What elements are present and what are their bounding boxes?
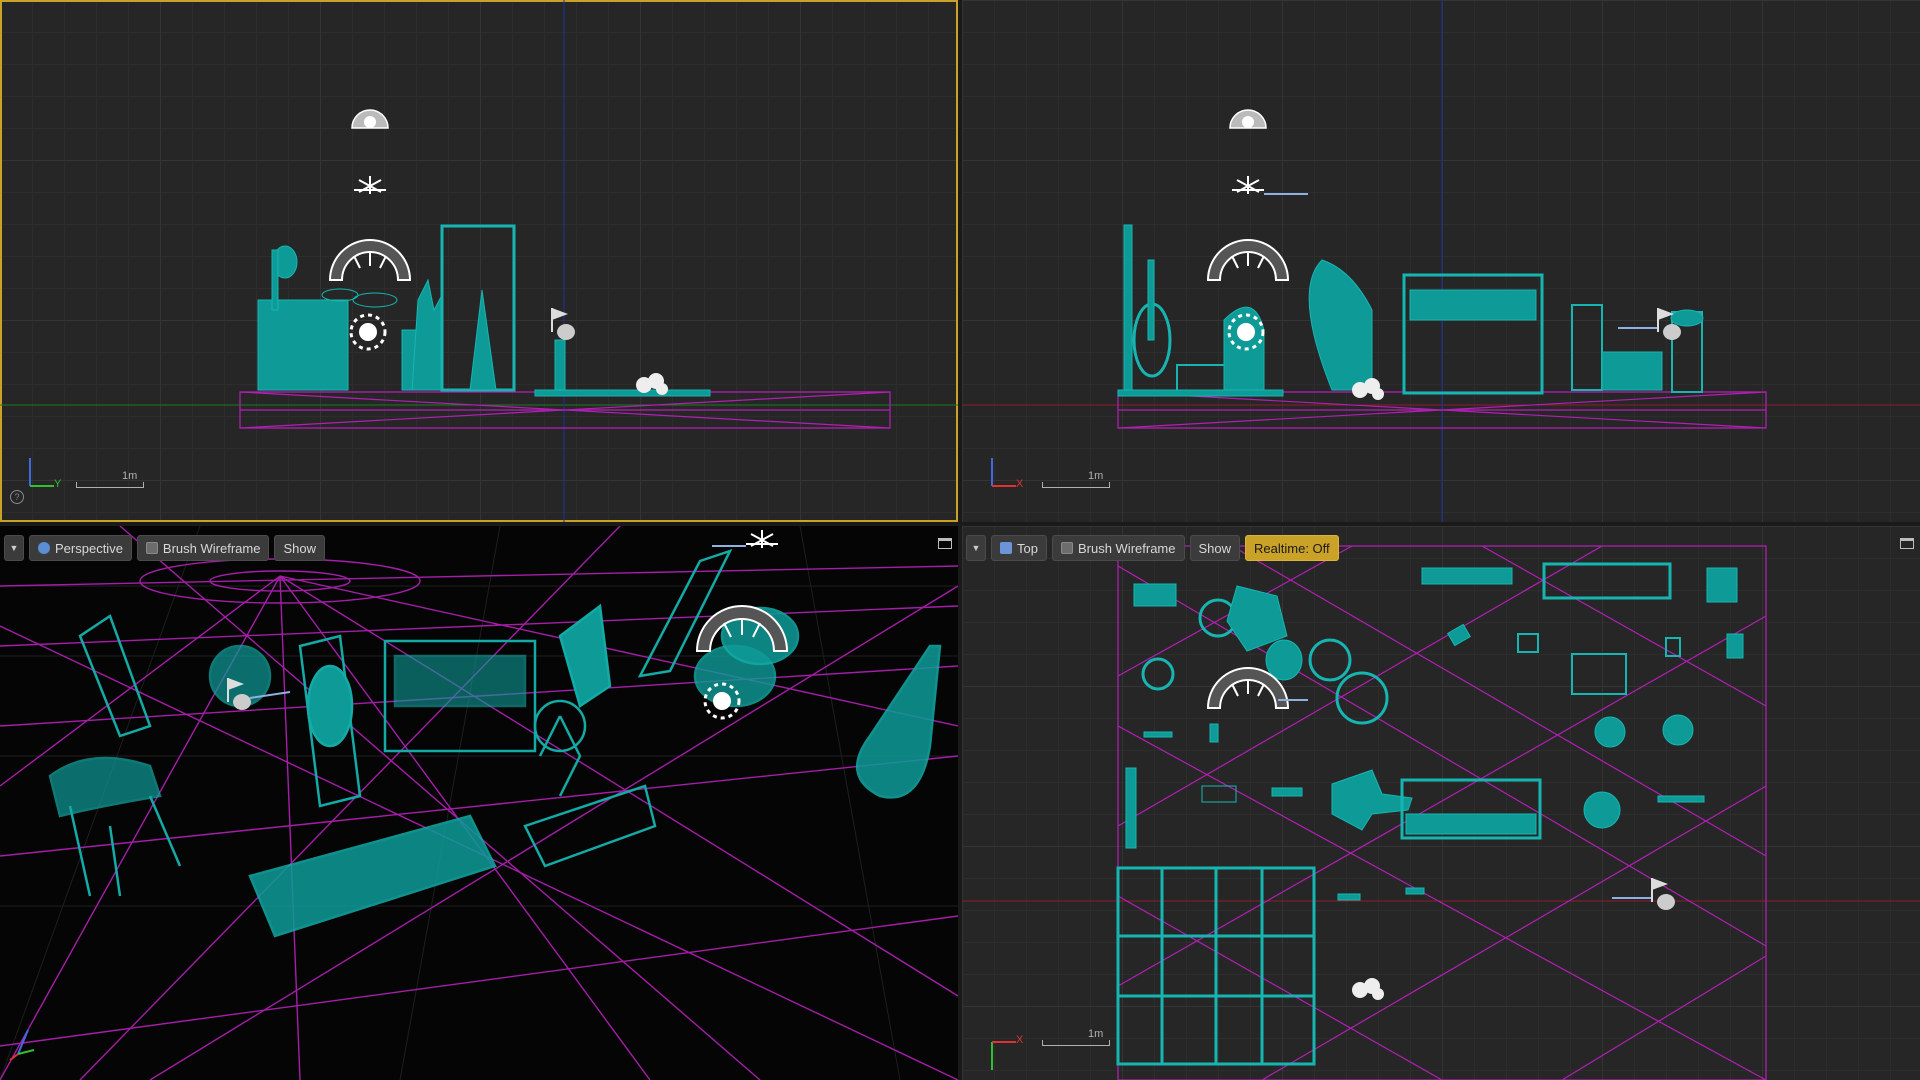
view-mode-label: Perspective — [55, 540, 123, 556]
sky-sphere-icon — [1229, 109, 1267, 129]
directional-light-icon — [712, 530, 778, 548]
viewport-options-menu[interactable]: ▼ — [4, 535, 24, 561]
viewport-toolbar: ▼ Top Brush Wireframe Show Realtime: Off — [966, 534, 1339, 562]
scale-bar: 1m — [1042, 470, 1110, 488]
viewport-left[interactable]: Y ? 1m — [0, 0, 958, 522]
axis-label-horizontal: X — [1016, 478, 1024, 490]
realtime-toggle[interactable]: Realtime: Off — [1245, 535, 1339, 561]
skylight-icon — [1206, 239, 1290, 281]
wireframe-icon — [145, 542, 158, 554]
realtime-label: Realtime: Off — [1254, 540, 1330, 556]
sky-sphere-icon — [351, 109, 389, 129]
scale-label: 1m — [1088, 470, 1104, 482]
show-label: Show — [1198, 540, 1232, 556]
view-mode-button[interactable]: Top — [991, 535, 1047, 561]
skylight-icon — [328, 239, 412, 281]
viewport-top-scene — [962, 545, 1920, 1080]
help-icon[interactable]: ? — [10, 490, 24, 504]
point-light-icon — [349, 313, 387, 351]
viewport-left-scene — [0, 0, 958, 522]
show-button[interactable]: Show — [1189, 535, 1241, 561]
maximize-icon[interactable] — [938, 538, 952, 549]
viewport-front[interactable]: X 1m — [962, 0, 1920, 522]
perspective-icon — [38, 542, 50, 554]
render-mode-label: Brush Wireframe — [162, 540, 261, 556]
dropdown-menu-icon: ▼ — [9, 543, 19, 553]
render-mode-button[interactable]: Brush Wireframe — [1051, 535, 1185, 561]
view-mode-button[interactable]: Perspective — [29, 535, 132, 561]
directional-light-icon — [354, 176, 386, 194]
directional-light-icon — [1232, 176, 1308, 195]
viewport-perspective-scene — [0, 526, 958, 1080]
maximize-icon[interactable] — [1900, 538, 1914, 549]
axis-gizmo: X — [986, 452, 1026, 492]
wireframe-icon — [1060, 542, 1073, 554]
axis-label-horizontal: Y — [54, 478, 62, 490]
show-button[interactable]: Show — [274, 535, 325, 561]
axis-gizmo: Y — [24, 452, 64, 492]
scale-label: 1m — [1088, 1028, 1104, 1040]
axis-label-horizontal: X — [1016, 1034, 1024, 1046]
axis-gizmo: X — [986, 1034, 1026, 1074]
viewport-front-scene — [962, 0, 1920, 522]
top-view-icon — [1000, 542, 1012, 554]
player-start-icon — [1612, 878, 1675, 910]
atmospheric-fog-icon — [1352, 978, 1384, 1000]
viewport-toolbar: ▼ Perspective Brush Wireframe Show — [4, 534, 325, 562]
dropdown-menu-icon: ▼ — [971, 543, 981, 553]
scale-bar: 1m — [76, 470, 144, 488]
show-label: Show — [283, 540, 316, 556]
scale-bar: 1m — [1042, 1028, 1110, 1046]
viewport-options-menu[interactable]: ▼ — [966, 535, 986, 561]
axis-gizmo — [6, 1022, 46, 1062]
viewport-top[interactable]: ▼ Top Brush Wireframe Show Realtime: Off… — [962, 526, 1920, 1080]
viewport-perspective[interactable]: ▼ Perspective Brush Wireframe Show — [0, 526, 958, 1080]
view-mode-label: Top — [1017, 540, 1038, 556]
render-mode-label: Brush Wireframe — [1077, 540, 1176, 556]
render-mode-button[interactable]: Brush Wireframe — [136, 535, 270, 561]
scale-label: 1m — [122, 470, 138, 482]
